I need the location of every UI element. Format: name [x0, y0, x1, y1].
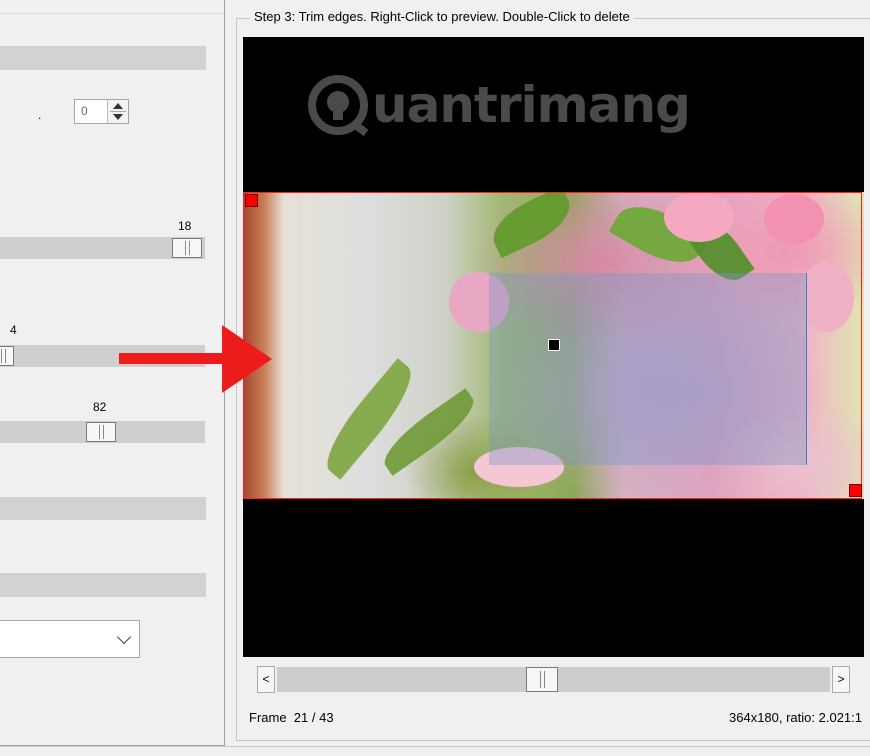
size-info: 364x180, ratio: 2.021:1: [729, 710, 862, 725]
crop-handle-top-left[interactable]: [245, 194, 258, 207]
spin-down-icon[interactable]: [113, 114, 123, 120]
slider2-thumb[interactable]: [0, 346, 14, 366]
slider1-track[interactable]: [0, 237, 205, 259]
frame-current: 21: [293, 710, 309, 725]
watermark-text: uantrimang: [372, 76, 691, 134]
trim-selection[interactable]: [489, 273, 807, 465]
slider2-value: 4: [10, 323, 17, 337]
slider3-thumb[interactable]: [86, 422, 116, 442]
frame-label: Frame: [249, 710, 287, 725]
slider1-value: 18: [178, 219, 192, 233]
bulb-logo-icon: [308, 75, 369, 137]
crop-center-handle[interactable]: [548, 339, 560, 351]
spin-buttons[interactable]: [107, 100, 128, 123]
preview-canvas[interactable]: uantrimang: [243, 37, 864, 657]
option-bar-3: [0, 573, 206, 597]
crop-handle-bottom-right[interactable]: [849, 484, 862, 497]
slider3-value: 82: [93, 400, 107, 414]
spin-input[interactable]: 0: [74, 99, 129, 124]
bottom-divider: [0, 746, 870, 747]
frame-scrollbar[interactable]: < >: [257, 666, 863, 695]
groupbox-title: Step 3: Trim edges. Right-Click to previ…: [250, 9, 634, 24]
scroll-right-button[interactable]: >: [832, 666, 850, 693]
annotation-arrow-icon: [222, 325, 272, 393]
option-bar-1: [0, 46, 206, 70]
scroll-left-button[interactable]: <: [257, 666, 275, 693]
spin-up-icon[interactable]: [113, 103, 123, 109]
spin-value: 0: [81, 104, 88, 118]
annotation-arrow-shaft: [119, 353, 235, 364]
chevron-down-icon[interactable]: [116, 629, 132, 645]
mode-dropdown[interactable]: [0, 620, 140, 658]
frame-total: 43: [319, 710, 334, 725]
settings-panel: . 0 18 4 82: [0, 0, 225, 746]
scroll-track[interactable]: [277, 667, 830, 692]
spin-separator: .: [38, 108, 42, 122]
scroll-thumb[interactable]: [526, 667, 558, 692]
slider1-thumb[interactable]: [172, 238, 202, 258]
frame-counter: Frame 21 / 43: [249, 710, 334, 725]
watermark-logo: uantrimang: [306, 69, 691, 141]
slider3-track[interactable]: [0, 421, 205, 443]
option-bar-2: [0, 497, 206, 520]
